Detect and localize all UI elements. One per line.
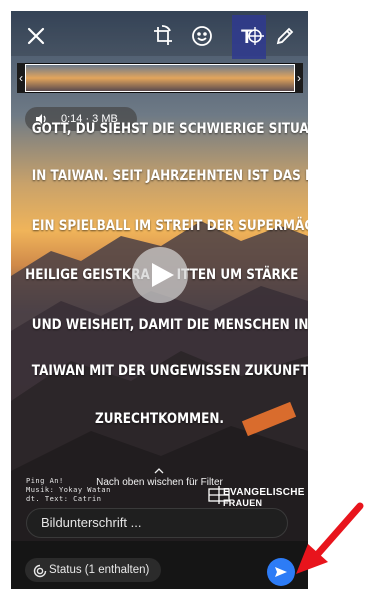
video-text-line-2: IN TAIWAN. SEIT JAHRZEHNTEN IST DAS LAND [31, 168, 308, 184]
play-button[interactable] [132, 247, 188, 303]
credits-line: dt. Text: Catrin [26, 495, 102, 503]
text-icon[interactable]: T [234, 21, 264, 51]
video-text-line-1: GOTT, DU SIEHST DIE SCHWIERIGE SITUATION [31, 121, 308, 137]
timeline-frames [25, 64, 295, 92]
emoji-icon[interactable] [187, 21, 217, 51]
svg-text:T: T [241, 27, 253, 48]
brand-line-1: EVANGELISCHE [223, 487, 305, 498]
status-audience-button[interactable]: Status (1 enthalten) [25, 558, 161, 582]
trim-handle-left[interactable]: ‹ [17, 63, 25, 93]
play-icon [150, 261, 176, 294]
video-text-line-5: UND WEISHEIT, DAMIT DIE MENSCHEN IN [31, 317, 308, 333]
video-text-line-3: EIN SPIELBALL IM STREIT DER SUPERMÄCHTE. [31, 218, 308, 234]
status-editor-screen: T ‹ › 0:14 · 3 MB GOTT, DU SIEHST DIE SC… [11, 11, 308, 589]
video-text-line-6: TAIWAN MIT DER UNGEWISSEN ZUKUNFT [31, 363, 308, 379]
caption-input[interactable]: Bildunterschrift ... [26, 508, 288, 538]
crop-rotate-icon[interactable] [148, 21, 178, 51]
status-label: Status (1 enthalten) [49, 564, 150, 576]
video-trim-timeline[interactable]: ‹ › [17, 63, 303, 93]
annotation-arrow-icon [296, 502, 364, 574]
close-icon[interactable] [21, 21, 51, 51]
trim-handle-right[interactable]: › [295, 63, 303, 93]
send-icon [274, 565, 288, 584]
status-icon [33, 563, 47, 587]
pencil-icon[interactable] [270, 21, 300, 51]
